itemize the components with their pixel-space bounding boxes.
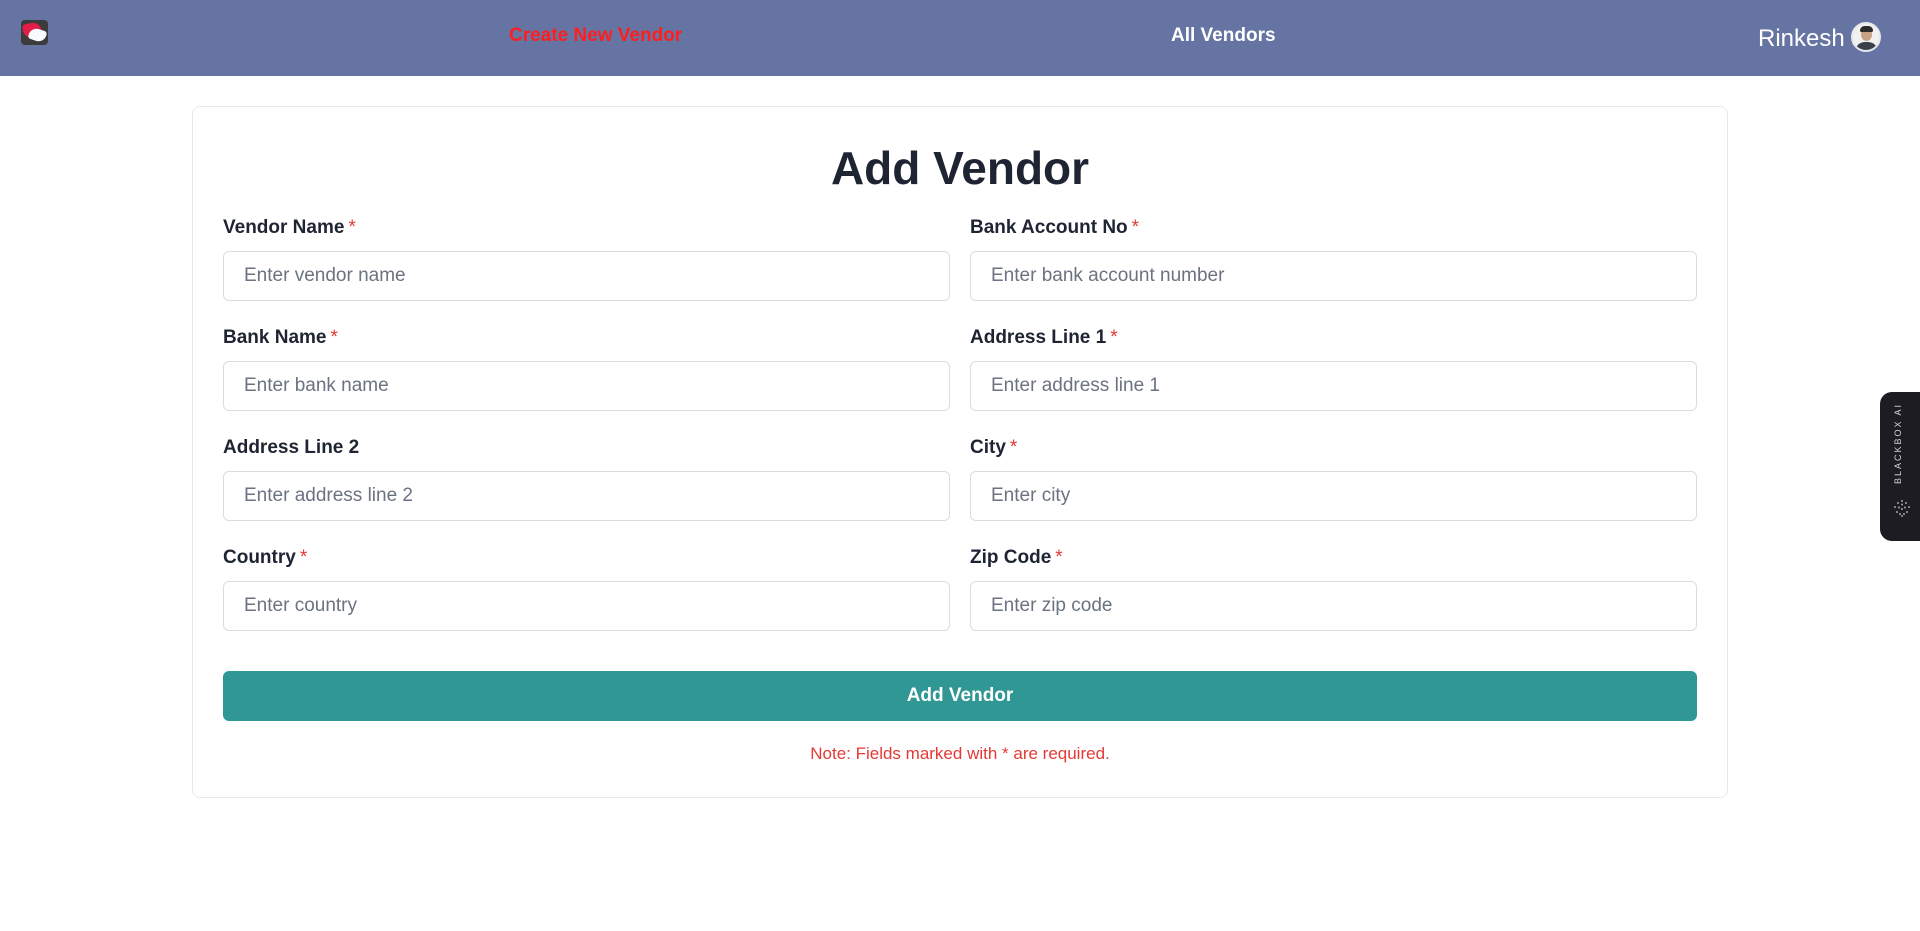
required-marker: * [1110, 327, 1118, 348]
user-name: Rinkesh [1758, 25, 1845, 52]
country-input[interactable] [223, 581, 950, 631]
bank-name-label: Bank Name * [223, 327, 338, 348]
country-label: Country * [223, 547, 308, 568]
nav-all-vendors-link[interactable]: All Vendors [1171, 25, 1276, 47]
vendor-name-label: Vendor Name * [223, 217, 356, 238]
address-line-2-label: Address Line 2 [223, 437, 360, 458]
required-marker: * [1009, 437, 1018, 458]
blackbox-ai-side-tab[interactable]: BLACKBOX AI [1880, 392, 1920, 541]
bank-account-no-input[interactable] [970, 251, 1697, 301]
required-marker: * [330, 327, 338, 348]
zip-code-label: Zip Code * [970, 547, 1063, 568]
add-vendor-button[interactable]: Add Vendor [223, 671, 1697, 721]
bank-name-input[interactable] [223, 361, 950, 411]
address-line-2-input[interactable] [223, 471, 950, 521]
add-vendor-card: Add Vendor Vendor Name* Bank Account No*… [192, 106, 1728, 798]
address-line-1-label: Address Line 1 * [970, 327, 1118, 348]
required-fields-note: Note: Fields marked with * are required. [810, 744, 1110, 763]
address-line-1-input[interactable] [970, 361, 1697, 411]
nav-create-new-vendor-link[interactable]: Create New Vendor [509, 25, 682, 47]
zip-code-input[interactable] [970, 581, 1697, 631]
vendor-name-input[interactable] [223, 251, 950, 301]
app-logo-icon[interactable] [21, 20, 48, 45]
side-tab-label: BLACKBOX AI [1893, 402, 1903, 484]
dotted-sphere-icon [1894, 500, 1910, 517]
required-marker: * [299, 547, 308, 568]
required-marker: * [348, 217, 356, 238]
required-marker: * [1131, 217, 1140, 238]
city-label: City * [970, 437, 1018, 458]
top-navbar: Create New Vendor All Vendors Rinkesh [0, 0, 1920, 76]
city-input[interactable] [970, 471, 1697, 521]
form-title: Add Vendor [830, 142, 1090, 194]
required-marker: * [1055, 547, 1063, 568]
bank-account-no-label: Bank Account No * [970, 217, 1140, 238]
user-avatar[interactable] [1851, 22, 1881, 52]
